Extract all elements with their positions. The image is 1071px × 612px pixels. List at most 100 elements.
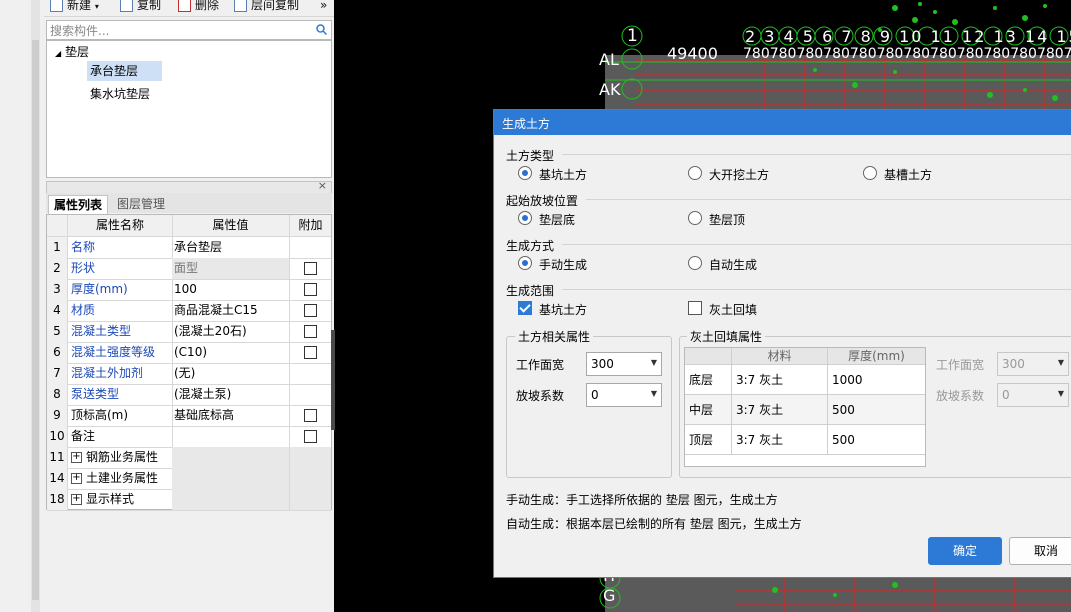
new-icon [50,0,63,12]
checkbox-lime-backfill-label: 灰土回填 [709,303,758,317]
radio-pit-earth[interactable] [518,166,532,180]
fill-thickness[interactable]: 500 [828,425,925,455]
delete-button[interactable]: 删除 [178,0,219,15]
prop-name: 形状 [68,258,173,279]
new-button[interactable]: 新建 ▾ [50,0,99,15]
radio-manual-gen-label: 手动生成 [539,258,588,272]
collapse-icon[interactable]: ◢ [55,49,61,58]
more-button[interactable]: » [320,0,327,15]
fill-material[interactable]: 3:7 灰土 [732,395,828,425]
expand-icon[interactable]: + [71,452,82,463]
fill-work-width-combo[interactable]: 300 ▼ [997,352,1069,376]
row-index: 14 [47,468,68,489]
fill-layer[interactable]: 顶层 [685,425,732,455]
table-row[interactable]: 3 厚度(mm) 100 [47,279,331,301]
tree-item-cap-cushion[interactable]: 承台垫层 [87,61,162,81]
cancel-button[interactable]: 取消 [1009,537,1071,565]
table-row[interactable]: 4 材质 商品混凝土C15 [47,300,331,322]
prop-value[interactable] [172,468,290,489]
radio-open-excavation[interactable] [688,166,702,180]
add-checkbox[interactable] [304,262,317,275]
prop-value[interactable]: (混凝土泵) [172,384,290,405]
table-row[interactable]: 1 名称 承台垫层 [47,237,331,259]
prop-value[interactable]: 面型 [172,258,290,279]
table-row[interactable]: 6 混凝土强度等级 (C10) [47,342,331,364]
radio-cushion-top[interactable] [688,211,702,225]
props-grid: 属性名称 属性值 附加 1 名称 承台垫层 2 形状 面型 3 厚度(mm) 100 4 材质 商品混… [46,214,332,511]
add-checkbox[interactable] [304,304,317,317]
prop-value[interactable]: 100 [172,279,290,300]
expand-icon[interactable]: + [71,473,82,484]
add-checkbox[interactable] [304,409,317,422]
earth-attrs-title: 土方相关属性 [515,328,594,345]
radio-trench-earth[interactable] [863,166,877,180]
table-row[interactable]: 18 + 显示样式 [47,489,331,511]
fill-attrs-title: 灰土回填属性 [687,328,766,345]
copy-button[interactable]: 复制 [120,0,161,15]
prop-value[interactable] [172,447,290,468]
tab-layer-manage[interactable]: 图层管理 [112,195,170,213]
expand-icon[interactable]: + [71,494,82,505]
close-icon[interactable]: × [318,179,327,192]
prop-value[interactable]: 基础底标高 [172,405,290,426]
add-checkbox[interactable] [304,325,317,338]
checkbox-pit-earth[interactable] [518,301,532,315]
add-checkbox[interactable] [304,283,317,296]
radio-cushion-top-label: 垫层顶 [709,213,746,227]
component-toolbar: 新建 ▾ 复制 删除 层间复制 » [44,0,334,17]
prop-value[interactable]: (混凝土20石) [172,321,290,342]
add-checkbox[interactable] [304,430,317,443]
table-row[interactable]: 5 混凝土类型 (混凝土20石) [47,321,331,343]
search-icon[interactable] [316,24,327,35]
radio-cushion-bottom[interactable] [518,211,532,225]
fill-thickness[interactable]: 500 [828,395,925,425]
prop-add-cell [290,489,331,510]
radio-manual-gen[interactable] [518,256,532,270]
fill-layer[interactable]: 中层 [685,395,732,425]
props-tabs: 属性列表 图层管理 [46,193,332,214]
table-row[interactable]: 8 泵送类型 (混凝土泵) [47,384,331,406]
table-row[interactable]: 14 + 土建业务属性 [47,468,331,490]
work-width-label: 工作面宽 [516,358,565,372]
work-width-combo[interactable]: 300 ▼ [586,352,662,376]
table-row[interactable]: 7 混凝土外加剂 (无) [47,363,331,385]
fill-thickness[interactable]: 1000 [828,365,925,395]
tree-item-sump-cushion[interactable]: 集水坑垫层 [90,85,150,102]
table-row[interactable]: 11 + 钢筋业务属性 [47,447,331,469]
prop-name: + 显示样式 [68,489,173,510]
floor-copy-button[interactable]: 层间复制 [234,0,299,15]
radio-pit-earth-label: 基坑土方 [539,168,588,182]
prop-value[interactable] [172,426,290,447]
table-row[interactable]: 10 备注 [47,426,331,448]
table-row[interactable]: 9 顶标高(m) 基础底标高 [47,405,331,427]
search-input[interactable]: 搜索构件... [46,20,332,40]
dialog-title: 生成土方 [502,117,551,131]
fill-slope-coef-combo[interactable]: 0 ▼ [997,383,1069,407]
dim-row: 7807807807807807807807807807807807807807… [743,46,1071,62]
checkbox-lime-backfill[interactable] [688,301,702,315]
prop-value[interactable]: 商品混凝土C15 [172,300,290,321]
prop-add-cell [290,447,331,468]
props-header-row: 属性名称 属性值 附加 [47,215,331,237]
fill-material[interactable]: 3:7 灰土 [732,365,828,395]
fill-slope-coef-label: 放坡系数 [936,389,985,403]
radio-auto-gen[interactable] [688,256,702,270]
left-scrollbar-thumb[interactable] [32,40,39,600]
tab-props-list[interactable]: 属性列表 [48,195,109,214]
fill-layer[interactable]: 底层 [685,365,732,395]
add-checkbox[interactable] [304,346,317,359]
fill-material[interactable]: 3:7 灰土 [732,425,828,455]
prop-add-cell [290,405,331,426]
table-row[interactable]: 2 形状 面型 [47,258,331,280]
tree-root[interactable]: ◢ 垫层 [55,43,89,60]
prop-value[interactable]: (C10) [172,342,290,363]
slope-coef-combo[interactable]: 0 ▼ [586,383,662,407]
prop-value[interactable] [172,489,290,510]
ok-button[interactable]: 确定 [928,537,1002,565]
row-index: 3 [47,279,68,300]
prop-value[interactable]: (无) [172,363,290,384]
dialog-title-bar[interactable]: 生成土方 [494,110,1071,135]
prop-value[interactable]: 承台垫层 [172,237,290,258]
delete-icon [178,0,191,12]
radio-auto-gen-label: 自动生成 [709,258,758,272]
